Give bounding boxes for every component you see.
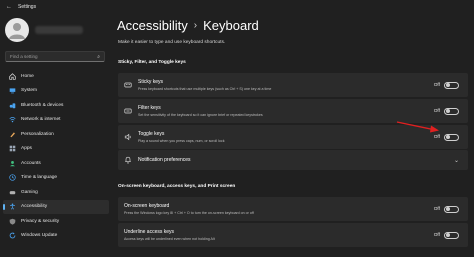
sidebar-item-personalization[interactable]: Personalization [3, 127, 109, 142]
bell-icon [124, 156, 132, 164]
sidebar-item-privacy-security[interactable]: Privacy & security [3, 214, 109, 229]
sidebar-item-bluetooth[interactable]: Bluetooth & devices [3, 98, 109, 113]
toggle-knob [446, 135, 451, 139]
sticky-keys-toggle[interactable] [444, 81, 459, 89]
sidebar-item-label: Privacy & security [21, 218, 60, 224]
on-screen-keyboard-title: On-screen keyboard [124, 203, 170, 210]
sidebar-item-label: Bluetooth & devices [21, 102, 64, 108]
notification-preferences-text: Notification preferences [138, 157, 191, 163]
toggle-knob [446, 233, 451, 237]
on-screen-keyboard-text: On-screen keyboard Press the Windows log… [124, 203, 254, 215]
on-screen-keyboard-toggle[interactable] [444, 205, 459, 213]
sidebar: Find a setting ⌕ Home System Bluetooth &… [0, 13, 112, 257]
sidebar-item-apps[interactable]: Apps [3, 142, 109, 157]
breadcrumb-parent[interactable]: Accessibility [117, 18, 188, 33]
toggle-knob [446, 207, 451, 211]
sidebar-item-label: Gaming [21, 189, 38, 195]
network-icon [9, 116, 16, 123]
underline-access-keys-row[interactable]: Underline access keys Access keys will b… [118, 223, 468, 247]
sidebar-item-label: Apps [21, 146, 32, 152]
sidebar-item-windows-update[interactable]: Windows Update [3, 229, 109, 244]
shield-icon [9, 218, 16, 225]
sidebar-item-label: Accounts [21, 160, 41, 166]
toggle-keys-state: Off [433, 134, 440, 140]
filter-keys-state: Off [433, 108, 440, 114]
breadcrumb: Accessibility › Keyboard [117, 18, 259, 33]
notification-preferences-title: Notification preferences [138, 157, 191, 163]
search-icon: ⌕ [97, 53, 100, 60]
sidebar-item-label: Network & internet [21, 117, 61, 123]
search-input[interactable]: Find a setting ⌕ [5, 51, 105, 62]
annotation-arrow-icon [396, 121, 439, 133]
bluetooth-icon [9, 102, 16, 109]
chevron-down-icon[interactable]: ⌄ [454, 157, 459, 164]
underline-access-keys-title: Underline access keys [124, 229, 175, 236]
underline-access-keys-toggle[interactable] [444, 231, 459, 239]
on-screen-keyboard-description: Press the Windows logo key ⊞ + Ctrl + O … [124, 210, 254, 215]
speaker-icon [124, 133, 132, 141]
toggle-knob [446, 109, 451, 113]
sticky-keys-row[interactable]: Sticky keys Press keyboard shortcuts tha… [118, 73, 468, 97]
underline-access-keys-state: Off [433, 232, 440, 238]
chevron-right-icon: › [193, 20, 198, 31]
sidebar-item-label: Time & language [21, 175, 58, 181]
main-content: Accessibility › Keyboard Make it easier … [112, 13, 474, 257]
home-icon [9, 72, 16, 80]
underline-access-keys-text: Underline access keys Access keys will b… [124, 229, 215, 241]
on-screen-keyboard-state: Off [433, 206, 440, 212]
section-header-sticky-filter-toggle: Sticky, Filter, and Toggle keys [118, 60, 186, 65]
user-name-redacted [35, 26, 83, 34]
toggle-keys-toggle[interactable] [444, 133, 459, 141]
title-bar: ← Settings [0, 0, 474, 13]
sidebar-item-accounts[interactable]: Accounts [3, 156, 109, 171]
brush-icon [9, 131, 16, 138]
sticky-keys-text: Sticky keys Press keyboard shortcuts tha… [138, 79, 271, 91]
page-subtitle: Make it easier to type and use keyboard … [118, 40, 226, 45]
on-screen-keyboard-row[interactable]: On-screen keyboard Press the Windows log… [118, 197, 468, 221]
section-header-on-screen-keyboard: On-screen keyboard, access keys, and Pri… [118, 184, 236, 189]
sidebar-item-label: Personalization [21, 131, 54, 137]
filter-keys-toggle[interactable] [444, 107, 459, 115]
filter-keys-title: Filter keys [138, 105, 161, 112]
toggle-keys-text: Toggle keys Play a sound when you press … [138, 131, 225, 143]
sidebar-nav: Home System Bluetooth & devices Network … [3, 69, 109, 243]
toggle-knob [446, 83, 451, 87]
accounts-icon [9, 160, 16, 167]
windows-update-icon [9, 232, 16, 239]
sidebar-item-label: System [21, 88, 37, 94]
time-language-icon [9, 174, 16, 181]
toggle-keys-title: Toggle keys [138, 131, 165, 138]
user-profile[interactable] [5, 18, 105, 44]
system-icon [9, 87, 16, 94]
sidebar-item-label: Accessibility [21, 204, 48, 210]
filter-keys-text: Filter keys Set the sensitivity of the k… [138, 105, 263, 117]
filter-keys-icon [124, 107, 132, 115]
sticky-keys-icon [124, 81, 132, 89]
underline-access-keys-description: Access keys will be underlined even when… [124, 236, 215, 241]
sticky-keys-title: Sticky keys [138, 79, 164, 86]
sticky-keys-description: Press keyboard shortcuts that use multip… [138, 86, 272, 91]
sidebar-item-network[interactable]: Network & internet [3, 113, 109, 128]
sidebar-item-home[interactable]: Home [3, 69, 109, 84]
gaming-icon [9, 189, 16, 196]
back-arrow-icon[interactable]: ← [6, 4, 12, 10]
sidebar-item-label: Home [21, 73, 34, 79]
avatar[interactable] [5, 18, 29, 42]
sidebar-item-system[interactable]: System [3, 84, 109, 99]
accessibility-icon [9, 203, 16, 210]
user-icon [9, 23, 25, 39]
toggle-keys-description: Play a sound when you press caps, num, o… [138, 138, 225, 143]
filter-keys-description: Set the sensitivity of the keyboard so i… [138, 112, 263, 117]
apps-icon [9, 145, 16, 152]
notification-preferences-row[interactable]: Notification preferences ⌄ [118, 150, 468, 170]
sidebar-item-accessibility[interactable]: Accessibility [3, 199, 109, 214]
sticky-keys-state: Off [433, 82, 440, 88]
window-title: Settings [18, 3, 37, 10]
page-title: Keyboard [203, 18, 259, 33]
sidebar-item-gaming[interactable]: Gaming [3, 185, 109, 200]
sidebar-item-label: Windows Update [21, 233, 58, 239]
search-placeholder: Find a setting [10, 54, 38, 59]
sidebar-item-time-language[interactable]: Time & language [3, 171, 109, 186]
